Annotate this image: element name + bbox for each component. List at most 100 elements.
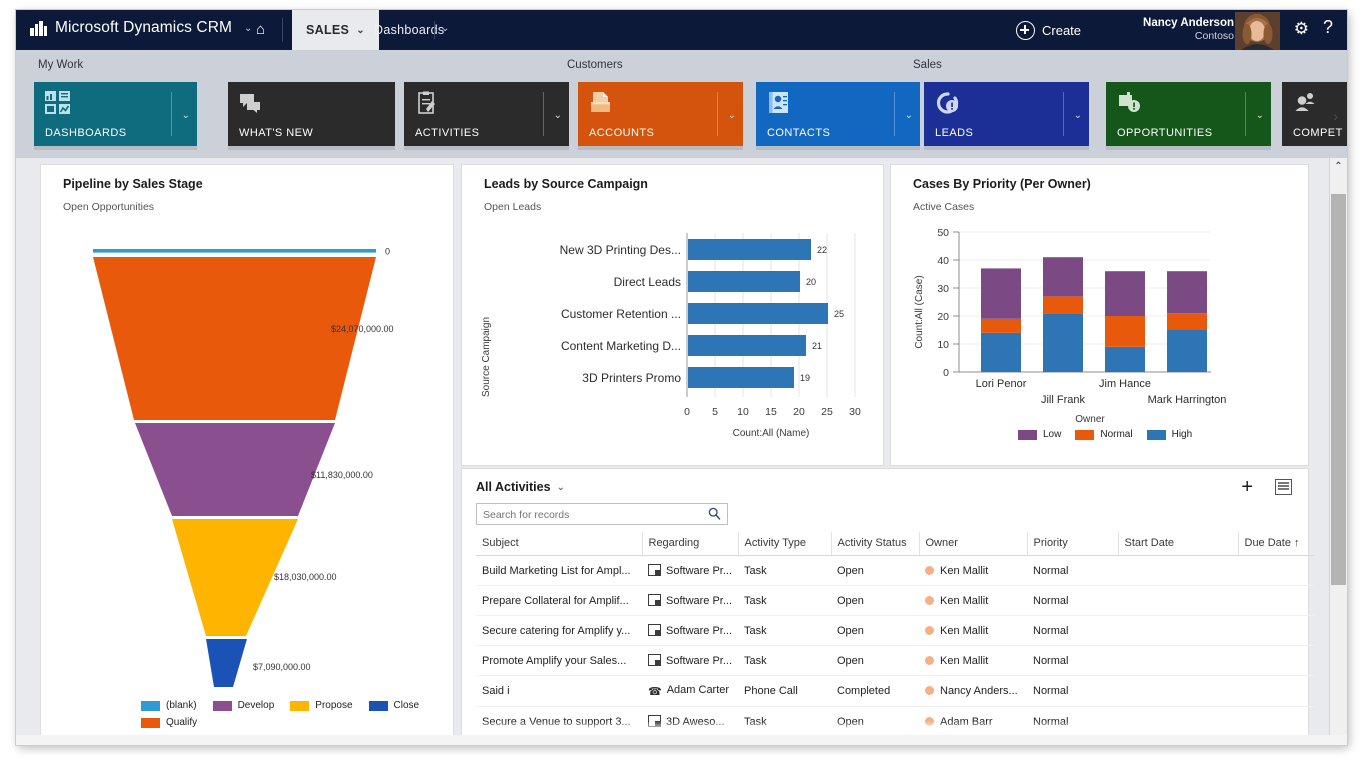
activities-table[interactable]: Subject Regarding Activity Type Activity… xyxy=(476,532,1314,745)
bar-xtick-4: 20 xyxy=(793,406,805,418)
tile-divider xyxy=(1245,92,1246,136)
tile-opportunities-label: OPPORTUNITIES xyxy=(1117,127,1213,139)
user-info[interactable]: Nancy Anderson Contoso xyxy=(1143,16,1234,44)
legend-label-close: Close xyxy=(394,700,420,711)
create-label: Create xyxy=(1042,23,1081,38)
tile-leads-chevron-down-icon[interactable]: ⌄ xyxy=(1074,110,1082,121)
scroll-thumb[interactable] xyxy=(1331,194,1346,585)
cell-activity-status: Open xyxy=(831,616,919,646)
tile-activities[interactable]: ⌄ ACTIVITIES xyxy=(404,82,569,146)
column-header-priority[interactable]: Priority xyxy=(1027,532,1118,556)
dashboard-scrollbar[interactable]: ⌃ ⌄ xyxy=(1329,158,1347,745)
table-row[interactable]: Secure catering for Amplify y...Software… xyxy=(476,616,1314,646)
brand-chevron-down-icon[interactable]: ⌄ xyxy=(244,23,252,34)
tile-contacts[interactable]: ⌄ CONTACTS xyxy=(756,82,920,146)
tile-whats-new-label: WHAT'S NEW xyxy=(239,127,313,139)
legend-label-qualify: Qualify xyxy=(166,717,197,728)
tile-opportunities[interactable]: ⌄ OPPORTUNITIES xyxy=(1106,82,1271,146)
cell-activity-status: Open xyxy=(831,586,919,616)
all-activities-grid[interactable]: All Activities ⌄ + xyxy=(461,468,1309,738)
home-icon[interactable]: ⌂ xyxy=(256,21,265,38)
stacked-category-2: Jim Hance xyxy=(1099,378,1151,390)
bar-value-1: 20 xyxy=(806,277,816,287)
column-header-owner[interactable]: Owner xyxy=(919,532,1027,556)
stacked-ytick-2: 20 xyxy=(937,311,949,323)
add-record-button[interactable]: + xyxy=(1241,477,1253,497)
tile-dashboards-chevron-down-icon[interactable]: ⌄ xyxy=(182,110,190,121)
column-header-subject[interactable]: Subject xyxy=(476,532,642,556)
owner-status-dot xyxy=(925,596,934,605)
bar-xtick-6: 30 xyxy=(849,406,861,418)
cell-regarding: Software Pr... xyxy=(642,556,738,586)
tab-dashboards-chevron-down-icon[interactable]: ⌄ xyxy=(441,23,449,34)
scroll-up-button[interactable]: ⌃ xyxy=(1330,158,1347,175)
dynamics-logo-icon xyxy=(30,21,48,36)
column-header-activity-type[interactable]: Activity Type xyxy=(738,532,831,556)
grid-title: All Activities xyxy=(476,480,551,494)
bar-value-4: 19 xyxy=(800,373,810,383)
legend-item-normal: Normal xyxy=(1075,429,1132,440)
funnel-value-blank: 0 xyxy=(385,247,390,257)
gear-icon[interactable]: ⚙ xyxy=(1294,19,1309,39)
funnel-chart-title: Pipeline by Sales Stage xyxy=(63,177,203,191)
legend-label-propose: Propose xyxy=(315,700,352,711)
table-row[interactable]: Said i☎Adam CarterPhone CallCompletedNan… xyxy=(476,676,1314,707)
panel-leads-by-source-campaign[interactable]: Leads by Source Campaign Open Leads Sour… xyxy=(461,164,884,466)
tile-accounts-label: ACCOUNTS xyxy=(589,127,654,139)
stacked-bar-lori-penor xyxy=(981,268,1021,372)
avatar[interactable] xyxy=(1235,12,1280,50)
tile-accounts[interactable]: ⌄ ACCOUNTS xyxy=(578,82,743,146)
stacked-bar-mark-harrington xyxy=(1167,271,1207,372)
tile-contacts-chevron-down-icon[interactable]: ⌄ xyxy=(905,110,913,121)
help-icon[interactable]: ? xyxy=(1323,17,1333,38)
table-row[interactable]: Prepare Collateral for Amplif...Software… xyxy=(476,586,1314,616)
chart-pane-icon[interactable] xyxy=(1275,479,1292,495)
legend-swatch-qualify xyxy=(141,718,160,728)
bar-value-3: 21 xyxy=(812,341,822,351)
legend-label-low: Low xyxy=(1043,429,1061,440)
tile-accounts-chevron-down-icon[interactable]: ⌄ xyxy=(728,110,736,121)
legend-item-qualify: Qualify xyxy=(141,717,197,728)
legend-item-close: Close xyxy=(369,700,420,711)
search-icon[interactable] xyxy=(708,507,721,523)
table-row[interactable]: Build Marketing List for Ampl...Software… xyxy=(476,556,1314,586)
search-box[interactable] xyxy=(476,503,728,525)
grid-view-selector[interactable]: All Activities ⌄ xyxy=(476,480,565,494)
nav-divider-2 xyxy=(434,21,435,39)
avatar-image xyxy=(1235,12,1280,50)
funnel-value-close: $7,090,000.00 xyxy=(253,662,311,672)
legend-item-high: High xyxy=(1147,429,1193,440)
tile-dashboards[interactable]: ⌄ DASHBOARDS xyxy=(34,82,197,146)
tile-activities-chevron-down-icon[interactable]: ⌄ xyxy=(554,110,562,121)
tile-next-arrow-icon[interactable]: › xyxy=(1333,108,1338,124)
panel-pipeline-by-sales-stage[interactable]: Pipeline by Sales Stage Open Opportuniti… xyxy=(40,164,454,738)
legend-swatch-high xyxy=(1147,430,1166,440)
column-header-due-date[interactable]: Due Date ↑ xyxy=(1238,532,1314,556)
table-header-row: Subject Regarding Activity Type Activity… xyxy=(476,532,1314,556)
tile-opportunities-chevron-down-icon[interactable]: ⌄ xyxy=(1256,110,1264,121)
group-label-my-work: My Work xyxy=(38,59,83,71)
funnel-value-develop: $11,830,000.00 xyxy=(311,470,373,480)
column-header-start-date[interactable]: Start Date xyxy=(1118,532,1238,556)
column-header-regarding[interactable]: Regarding xyxy=(642,532,738,556)
brand-logo[interactable]: Microsoft Dynamics CRM ⌄ xyxy=(30,19,252,37)
bar-value-2: 25 xyxy=(834,309,844,319)
bar-category-3: Content Marketing D... xyxy=(561,339,681,353)
stacked-chart-y-axis-label: Count:All (Case) xyxy=(914,275,925,348)
tab-sales-label: SALES xyxy=(306,23,349,37)
bar-direct-leads xyxy=(688,271,800,292)
panel-cases-by-priority[interactable]: Cases By Priority (Per Owner) Active Cas… xyxy=(890,164,1309,466)
column-header-activity-status[interactable]: Activity Status xyxy=(831,532,919,556)
tile-whats-new[interactable]: WHAT'S NEW xyxy=(228,82,395,146)
stacked-category-0: Lori Penor xyxy=(976,378,1027,390)
tile-leads[interactable]: ⌄ LEADS xyxy=(924,82,1089,146)
search-input[interactable] xyxy=(481,505,690,525)
cell-priority: Normal xyxy=(1027,646,1118,676)
grid-view-chevron-down-icon[interactable]: ⌄ xyxy=(557,482,565,493)
phone-icon: ☎ xyxy=(648,685,662,698)
table-row[interactable]: Promote Amplify your Sales...Software Pr… xyxy=(476,646,1314,676)
contacts-icon xyxy=(767,91,793,115)
create-button[interactable]: Create xyxy=(1016,21,1081,40)
stacked-legend: Low Normal High xyxy=(1018,429,1298,440)
tile-activities-label: ACTIVITIES xyxy=(415,127,479,139)
